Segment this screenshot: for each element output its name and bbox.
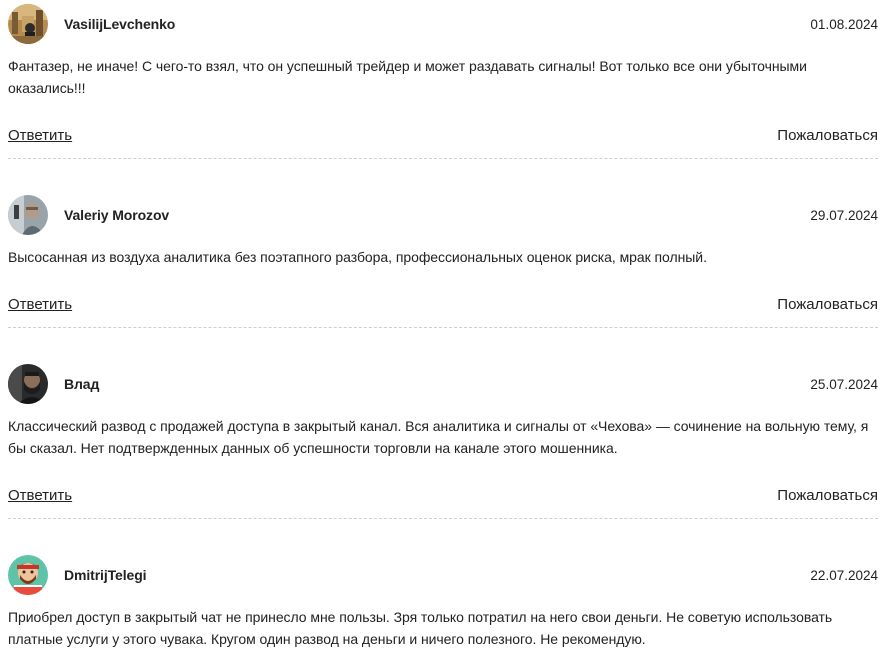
comment-author: DmitrijTelegi (64, 567, 147, 583)
comment-header: DmitrijTelegi 22.07.2024 (8, 555, 878, 595)
reply-link[interactable]: Ответить (8, 127, 72, 144)
comment-date: 22.07.2024 (810, 567, 878, 583)
report-link[interactable]: Пожаловаться (777, 296, 878, 313)
comment: Влад 25.07.2024 Классический развод с пр… (8, 364, 878, 519)
comment-header: Влад 25.07.2024 (8, 364, 878, 404)
user-avatar[interactable] (8, 195, 48, 235)
user-avatar[interactable] (8, 364, 48, 404)
comment-date: 01.08.2024 (810, 16, 878, 32)
comment-actions: Ответить Пожаловаться (8, 483, 878, 507)
comment-text: Фантазер, не иначе! С чего-то взял, что … (8, 58, 807, 96)
report-link[interactable]: Пожаловаться (777, 487, 878, 504)
comment-text: Высосанная из воздуха аналитика без поэт… (8, 249, 707, 265)
comment-date: 25.07.2024 (810, 376, 878, 392)
comment-divider (8, 518, 878, 519)
comment: Valeriy Morozov 29.07.2024 Высосанная из… (8, 195, 878, 328)
comment-author: Влад (64, 376, 100, 392)
user-avatar[interactable] (8, 4, 48, 44)
comment-divider (8, 327, 878, 328)
comment-date: 29.07.2024 (810, 207, 878, 223)
report-link[interactable]: Пожаловаться (777, 127, 878, 144)
comment-actions: Ответить Пожаловаться (8, 292, 878, 316)
comment: DmitrijTelegi 22.07.2024 Приобрел доступ… (8, 555, 878, 650)
reply-link[interactable]: Ответить (8, 296, 72, 313)
user-avatar[interactable] (8, 555, 48, 595)
comment: VasilijLevchenko 01.08.2024 Фантазер, не… (8, 4, 878, 159)
comment-actions: Ответить Пожаловаться (8, 123, 878, 147)
comment-text: Приобрел доступ в закрытый чат не принес… (8, 609, 833, 647)
comment-header: VasilijLevchenko 01.08.2024 (8, 4, 878, 44)
comment-header: Valeriy Morozov 29.07.2024 (8, 195, 878, 235)
comment-divider (8, 158, 878, 159)
comment-author: VasilijLevchenko (64, 16, 176, 32)
comment-author: Valeriy Morozov (64, 207, 170, 223)
comment-text: Классический развод с продажей доступа в… (8, 418, 869, 456)
comments-list: VasilijLevchenko 01.08.2024 Фантазер, не… (8, 0, 878, 647)
reply-link[interactable]: Ответить (8, 487, 72, 504)
